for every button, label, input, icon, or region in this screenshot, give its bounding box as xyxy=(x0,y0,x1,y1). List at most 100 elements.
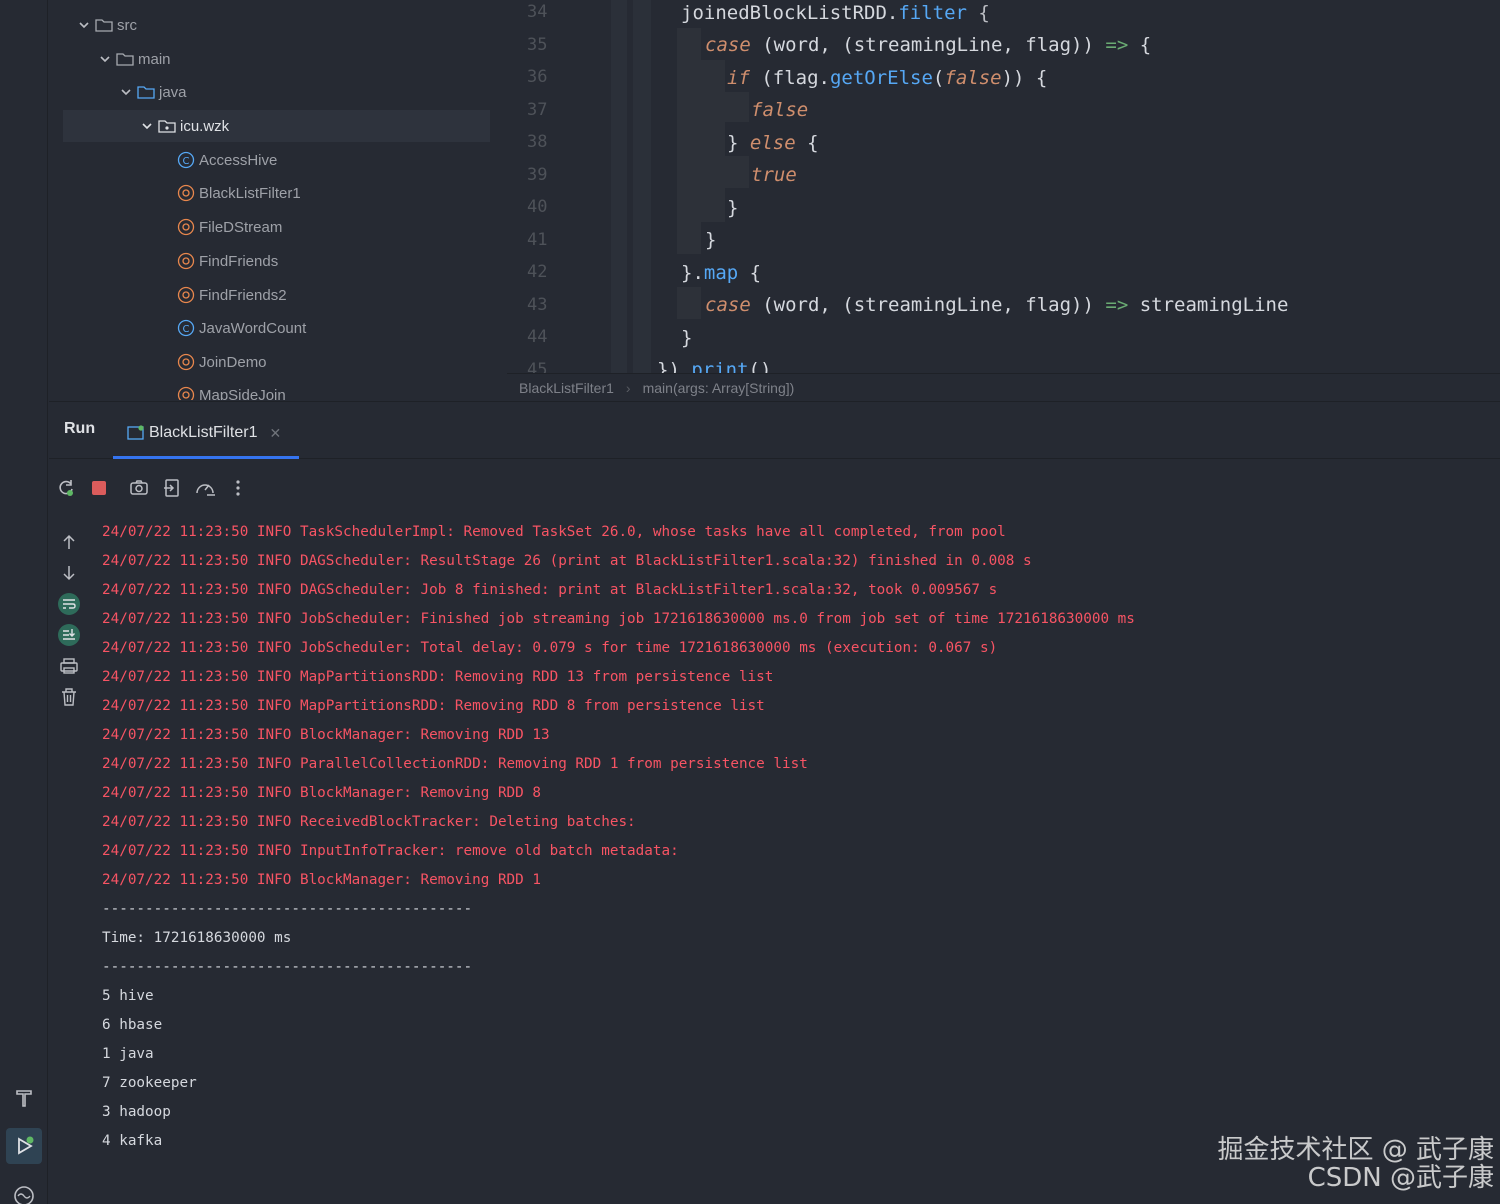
stop-button[interactable] xyxy=(83,472,115,504)
code-token: => xyxy=(1105,294,1129,316)
tree-item-accesshive[interactable]: C AccessHive xyxy=(63,144,490,176)
console-output-line: 5 hive xyxy=(102,988,154,1004)
chevron-down-icon[interactable] xyxy=(98,53,112,65)
code-editor[interactable]: 34 35 36 37 38 39 40 41 42 43 44 45 join… xyxy=(507,0,1500,373)
code-token: { xyxy=(738,262,762,284)
indent-guide xyxy=(633,0,651,373)
line-number: 39 xyxy=(527,165,548,185)
chevron-down-icon[interactable] xyxy=(140,120,154,132)
breadcrumb-file[interactable]: BlackListFilter1 xyxy=(519,380,614,396)
folder-icon xyxy=(95,16,113,34)
thread-dump-camera-icon[interactable] xyxy=(123,472,155,504)
scala-object-icon xyxy=(177,252,195,270)
tree-item-java[interactable]: java xyxy=(63,76,490,108)
console-log-line: 24/07/22 11:23:50 INFO JobScheduler: Tot… xyxy=(102,640,998,656)
scala-object-icon xyxy=(177,218,195,236)
profiler-gauge-icon[interactable] xyxy=(189,472,221,504)
tab-blacklistfilter1[interactable]: BlackListFilter1 ✕ xyxy=(113,410,299,459)
tree-item-javawordcount[interactable]: C JavaWordCount xyxy=(63,312,490,344)
arrow-down-icon[interactable] xyxy=(53,557,85,588)
tree-item-filedstream[interactable]: FileDStream xyxy=(63,211,490,243)
console-log-line: 24/07/22 11:23:50 INFO DAGScheduler: Job… xyxy=(102,582,998,598)
rerun-button[interactable] xyxy=(50,472,82,504)
code-token: else xyxy=(749,132,796,154)
scala-object-icon xyxy=(177,353,195,371)
exit-icon[interactable] xyxy=(156,472,188,504)
line-number: 37 xyxy=(527,100,548,120)
tree-item-src[interactable]: src xyxy=(63,9,490,41)
class-icon: C xyxy=(177,151,195,169)
console-log-line: 24/07/22 11:23:50 INFO BlockManager: Rem… xyxy=(102,727,550,743)
more-options-icon[interactable] xyxy=(222,472,254,504)
line-number: 43 xyxy=(527,295,548,315)
tree-item-label: AccessHive xyxy=(199,151,278,169)
code-token: => xyxy=(1105,34,1129,56)
code-token: { xyxy=(1128,34,1152,56)
scala-object-icon xyxy=(177,286,195,304)
line-number: 45 xyxy=(527,360,548,373)
code-line-35: case (word, (streamingLine, flag)) => { xyxy=(705,32,1151,64)
run-toolbar xyxy=(49,472,254,504)
code-line-41: } xyxy=(705,227,716,259)
line-number: 44 xyxy=(527,327,548,347)
tree-item-label: JavaWordCount xyxy=(199,319,307,337)
package-icon xyxy=(158,117,176,135)
services-icon[interactable] xyxy=(10,1180,38,1204)
arrow-up-icon[interactable] xyxy=(53,526,85,557)
tree-item-icu-wzk[interactable]: icu.wzk xyxy=(63,110,490,142)
code-token: }). xyxy=(657,359,692,373)
code-token: streamingLine xyxy=(1128,294,1289,316)
run-configuration-icon xyxy=(127,424,145,442)
tree-item-joindemo[interactable]: JoinDemo xyxy=(63,346,490,378)
code-token: map xyxy=(703,262,739,284)
tree-item-main[interactable]: main xyxy=(63,43,490,75)
chevron-down-icon[interactable] xyxy=(77,19,91,31)
svg-text:C: C xyxy=(183,324,190,335)
chevron-down-icon[interactable] xyxy=(119,86,133,98)
indent-block xyxy=(701,60,725,222)
line-number: 35 xyxy=(527,35,548,55)
tree-item-findfriends2[interactable]: FindFriends2 xyxy=(63,279,490,311)
build-hammer-icon[interactable] xyxy=(10,1084,38,1112)
code-token: { xyxy=(795,132,819,154)
soft-wrap-icon[interactable] xyxy=(53,588,85,619)
print-icon[interactable] xyxy=(53,650,85,681)
code-line-45: }).print() xyxy=(657,357,771,373)
tab-label: BlackListFilter1 xyxy=(149,424,258,441)
line-number: 36 xyxy=(527,67,548,87)
code-line-36: if (flag.getOrElse(false)) { xyxy=(727,65,1047,97)
close-icon[interactable]: ✕ xyxy=(269,425,281,442)
line-number: 40 xyxy=(527,197,548,217)
run-tool-window-icon[interactable] xyxy=(6,1128,42,1164)
scroll-to-end-icon[interactable] xyxy=(53,619,85,650)
editor-gutter: 34 35 36 37 38 39 40 41 42 43 44 45 xyxy=(507,0,611,373)
run-tool-window: Run BlackListFilter1 ✕ 24/07/22 11:23:50… xyxy=(49,401,1500,1204)
project-tree: src main java icu.wzk C AccessHive Black… xyxy=(49,0,506,400)
tree-item-blacklistfilter1[interactable]: BlackListFilter1 xyxy=(63,177,490,209)
console-log-line: 24/07/22 11:23:50 INFO ParallelCollectio… xyxy=(102,756,808,772)
code-token: } xyxy=(727,197,739,219)
code-line-40: } xyxy=(727,195,738,227)
tree-item-label: java xyxy=(159,83,187,101)
code-token: getOrElse xyxy=(829,67,933,89)
console-side-actions xyxy=(53,526,85,712)
code-token: } xyxy=(705,229,717,251)
tree-item-label: FindFriends xyxy=(199,252,279,270)
console-time-line: Time: 1721618630000 ms xyxy=(102,930,292,946)
console-separator: ----------------------------------------… xyxy=(102,901,473,917)
watermark-line: CSDN @武子康 xyxy=(1307,1163,1494,1193)
code-token: true xyxy=(751,164,797,186)
trash-icon[interactable] xyxy=(53,681,85,712)
console-log-line: 24/07/22 11:23:50 INFO InputInfoTracker:… xyxy=(102,843,679,859)
breadcrumb-method[interactable]: main(args: Array[String]) xyxy=(643,380,795,396)
console-output-line: 6 hbase xyxy=(102,1017,163,1033)
scala-object-icon xyxy=(177,184,195,202)
console-output[interactable]: 24/07/22 11:23:50 INFO TaskSchedulerImpl… xyxy=(102,518,1492,1156)
console-output-line: 1 java xyxy=(102,1046,154,1062)
code-token: filter xyxy=(898,2,967,24)
tree-item-mapsidejoin[interactable]: MapSideJoin xyxy=(63,379,490,400)
tree-item-label: FindFriends2 xyxy=(199,286,287,304)
tree-item-findfriends[interactable]: FindFriends xyxy=(63,245,490,277)
console-log-line: 24/07/22 11:23:50 INFO BlockManager: Rem… xyxy=(102,872,541,888)
console-log-line: 24/07/22 11:23:50 INFO DAGScheduler: Res… xyxy=(102,553,1032,569)
